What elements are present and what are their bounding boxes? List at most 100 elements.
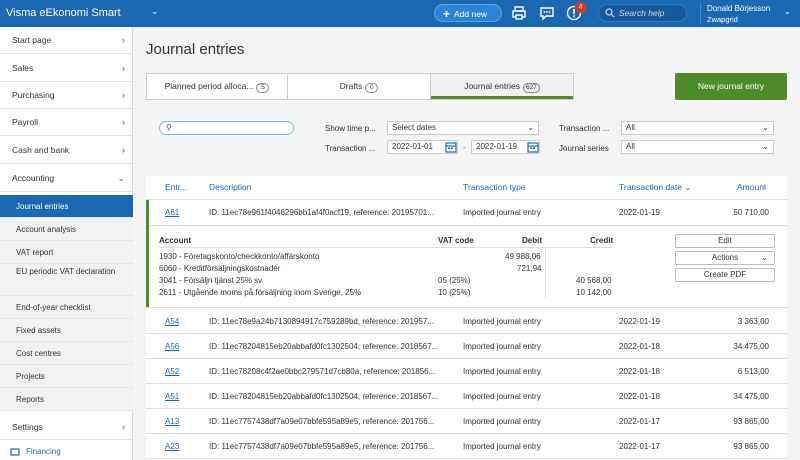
top-bar: Visma eEkonomi Smart ⌄ + Add new 4 Search…	[0, 0, 800, 27]
sidebar-item-payroll[interactable]: Payroll ›	[0, 109, 133, 136]
account-line: 2611 - Utgående moms på försäljning inom…	[159, 288, 362, 297]
tab-label: Drafts	[339, 81, 363, 91]
select-value: All	[626, 123, 635, 132]
sidebar-subitem-end-of-year-checklist[interactable]: End-of-year checklist	[0, 296, 133, 319]
journal-series-select[interactable]: All ⌄	[621, 140, 774, 154]
entry-date: 2022-01-17	[619, 417, 660, 426]
entry-link[interactable]: A13	[165, 417, 179, 426]
col-header-transaction-date[interactable]: Transaction date ⌄	[619, 182, 692, 193]
entry-link[interactable]: A23	[165, 442, 179, 451]
chevron-down-icon: ⌄	[762, 123, 769, 132]
help-search-input[interactable]: Search help	[598, 4, 687, 22]
chat-icon[interactable]	[539, 5, 555, 21]
sidebar-item-label: Payroll	[12, 117, 38, 127]
account-line: 3041 - Försäljn tjänst 25% sv	[159, 276, 263, 285]
tab-count-badge: 627	[522, 83, 540, 93]
entry-date: 2022-01-19	[619, 208, 660, 217]
credit-value: 10 142,00	[576, 288, 612, 297]
entry-date: 2022-01-18	[619, 392, 660, 401]
col-header-transaction-type[interactable]: Transaction type	[463, 182, 526, 192]
entry-type: Imported journal entry	[463, 392, 541, 401]
print-icon[interactable]	[511, 5, 527, 21]
divider	[158, 247, 612, 248]
user-company[interactable]: Zwapgrid	[707, 15, 738, 24]
sidebar-item-purchasing[interactable]: Purchasing ›	[0, 82, 133, 109]
entry-type: Imported journal entry	[463, 208, 541, 217]
sidebar-subitem-fixed-assets[interactable]: Fixed assets	[0, 319, 133, 342]
chevron-right-icon: ›	[122, 422, 125, 432]
vat-col-header: VAT code	[438, 236, 474, 245]
show-time-period-label: Show time p...	[325, 124, 376, 133]
sidebar-item-start-page[interactable]: Start page ›	[0, 27, 133, 54]
sidebar-item-cash-and-bank[interactable]: Cash and bank ›	[0, 137, 133, 164]
sidebar-item-settings[interactable]: Settings ›	[0, 415, 133, 440]
entry-link[interactable]: A51	[165, 392, 179, 401]
debit-value: 721,94	[517, 264, 542, 273]
chevron-right-icon: ›	[122, 117, 125, 127]
entry-link[interactable]: A54	[165, 317, 179, 326]
sidebar-item-sales[interactable]: Sales ›	[0, 55, 133, 82]
entry-amount: 6 513,00	[737, 367, 769, 376]
entry-date: 2022-01-19	[619, 317, 660, 326]
tab-count-badge: 5	[256, 83, 270, 93]
calendar-icon[interactable]	[445, 141, 457, 153]
entry-link[interactable]: A56	[165, 342, 179, 351]
sidebar-item-accounting[interactable]: Accounting ⌄	[0, 165, 133, 192]
col-header-entry[interactable]: Entr...	[165, 182, 187, 192]
entry-description: ID: 11ec78208c4f2ae0bbc279571d7cb80a, re…	[209, 367, 436, 376]
actions-button[interactable]: Actions ⌄	[675, 251, 775, 265]
edit-button[interactable]: Edit	[675, 234, 775, 248]
tab-drafts[interactable]: Drafts 0	[288, 74, 431, 99]
notification-badge: 4	[575, 2, 586, 13]
sidebar-subitem-vat-report[interactable]: VAT report	[0, 241, 133, 264]
entry-amount: 93 865,00	[733, 442, 769, 451]
entry-description: ID: 11ec78e9a24b7130894917c759289bd, ref…	[209, 317, 434, 326]
divider	[545, 248, 546, 298]
debit-value: 49 988,06	[505, 252, 541, 261]
sidebar-subitem-cost-centres[interactable]: Cost centres	[0, 342, 133, 365]
tab-bar: Planned period alloca... 5 Drafts 0 Journa…	[146, 73, 574, 100]
chevron-down-icon: ⌄	[117, 173, 125, 183]
entry-type: Imported journal entry	[463, 317, 541, 326]
credit-value: 40 568,00	[576, 276, 612, 285]
app-brand[interactable]: Visma eEkonomi Smart	[6, 7, 121, 19]
sidebar-item-label: Purchasing	[12, 90, 55, 100]
actions-label: Actions	[711, 253, 739, 262]
tab-journal-entries[interactable]: Journal entries 627	[431, 74, 573, 99]
plus-icon: +	[443, 7, 451, 21]
calendar-icon[interactable]	[527, 141, 539, 153]
entry-date: 2022-01-18	[619, 342, 660, 351]
transaction-type-select[interactable]: All ⌄	[621, 121, 774, 135]
new-journal-entry-button[interactable]: New journal entry	[675, 73, 787, 100]
sidebar-subitem-eu-periodic-vat[interactable]: EU periodic VAT declaration	[0, 264, 133, 296]
sidebar-subitem-reports[interactable]: Reports	[0, 388, 133, 411]
tab-label: Planned period alloca...	[164, 81, 254, 91]
journal-search-input[interactable]: ⚲	[159, 121, 294, 135]
chevron-down-icon: ⌄	[527, 123, 534, 132]
sidebar-subitem-projects[interactable]: Projects	[0, 365, 133, 388]
tab-planned-period-allocations[interactable]: Planned period alloca... 5	[147, 74, 288, 99]
select-value: All	[626, 142, 635, 151]
credit-col-header: Credit	[590, 236, 614, 245]
sidebar-subitem-account-analysis[interactable]: Account analysis	[0, 218, 133, 241]
entry-link[interactable]: A52	[165, 367, 179, 376]
col-header-amount[interactable]: Amount	[737, 182, 766, 192]
sidebar-subitem-journal-entries[interactable]: Journal entries	[0, 195, 133, 218]
account-line: 1930 - Företagskonto/checkkonto/affärsko…	[159, 252, 320, 261]
col-header-description[interactable]: Description	[209, 182, 252, 192]
entry-description: ID: 11ec7757438df7a09e07bbfe595a89e5, re…	[209, 442, 435, 451]
chevron-down-icon[interactable]: ⌄	[784, 7, 791, 16]
chevron-down-icon[interactable]: ⌄	[151, 6, 159, 17]
chevron-right-icon: ›	[122, 90, 125, 100]
user-name[interactable]: Donald Börjesson	[707, 4, 770, 13]
search-icon	[605, 8, 615, 18]
transaction-type-label: Transaction ...	[559, 124, 610, 133]
add-new-button[interactable]: + Add new	[434, 4, 502, 22]
create-pdf-button[interactable]: Create PDF	[675, 268, 775, 282]
entry-link[interactable]: A61	[165, 208, 179, 217]
show-time-period-select[interactable]: Select dates ⌄	[387, 121, 539, 135]
entry-description: ID: 11ec78204815eb20abbafd0fc1302504, re…	[209, 392, 439, 401]
entry-date: 2022-01-18	[619, 367, 660, 376]
sidebar-item-financing[interactable]: Financing	[0, 442, 133, 460]
sidebar-item-label: Financing	[26, 447, 61, 456]
